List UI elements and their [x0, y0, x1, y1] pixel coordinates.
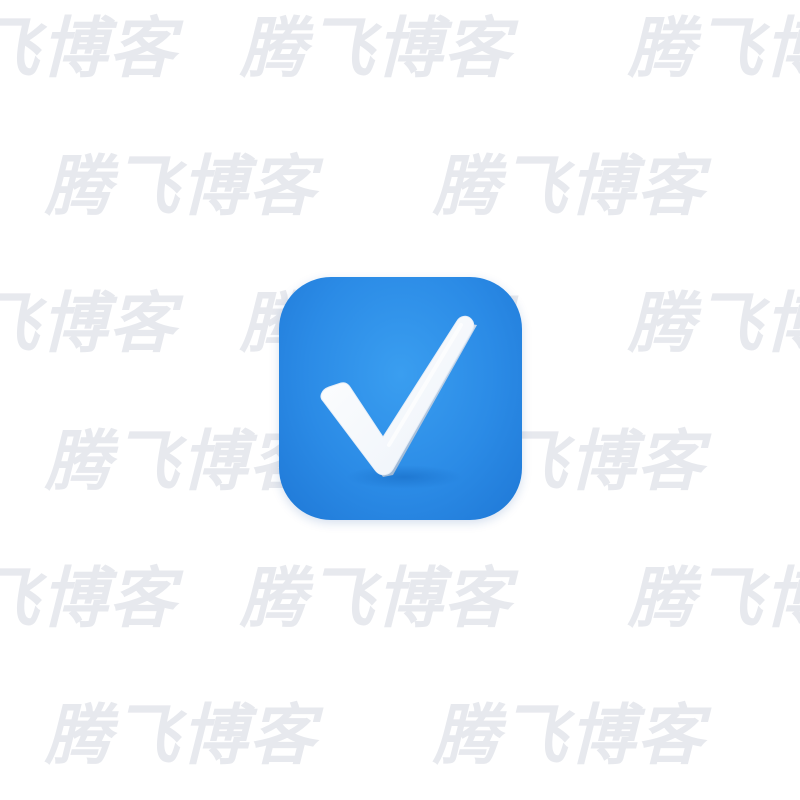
checkmark-icon — [320, 315, 477, 489]
watermark-text: 腾飞博客 — [0, 560, 177, 637]
watermark-text: 腾飞博客 — [45, 697, 317, 774]
watermark-text: 腾飞博客 — [628, 285, 800, 362]
watermark-text: 腾飞博客 — [0, 10, 177, 87]
canvas: 腾飞博客 腾飞博客 腾飞博客 腾飞博客 腾飞博客 腾飞博客 腾飞博客 腾飞博客 … — [0, 0, 800, 800]
watermark-text: 腾飞博客 — [433, 148, 705, 225]
watermark-text: 腾飞博客 — [240, 10, 512, 87]
watermark-text: 腾飞博客 — [45, 423, 317, 500]
watermark-text: 腾飞博客 — [433, 697, 705, 774]
checkmark-app-icon — [279, 277, 522, 520]
watermark-text: 腾飞博客 — [45, 148, 317, 225]
watermark-text: 腾飞博客 — [628, 10, 800, 87]
watermark-text: 腾飞博客 — [628, 560, 800, 637]
watermark-text: 腾飞博客 — [0, 285, 177, 362]
checkmark-shadow — [346, 465, 462, 489]
watermark-text: 腾飞博客 — [240, 560, 512, 637]
checkmark-highlight — [387, 323, 463, 447]
